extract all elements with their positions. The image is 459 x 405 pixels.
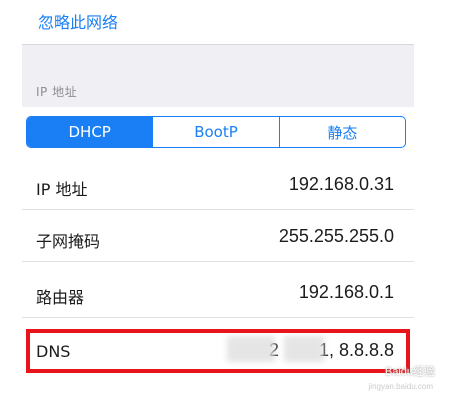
subnet-mask-label: 子网掩码 — [36, 232, 101, 251]
watermark-logo: Baidu经验 — [384, 366, 435, 378]
wifi-settings-screen: 忽略此网络 IP 地址 DHCP BootP 静态 IP 地址 192.168.… — [0, 0, 459, 405]
row-router: 路由器 192.168.0.1 — [22, 270, 414, 318]
segment-static[interactable]: 静态 — [280, 117, 405, 147]
ip-address-value: 192.168.0.31 — [288, 174, 394, 194]
router-value: 192.168.0.1 — [298, 282, 394, 302]
row-dns[interactable]: DNS 2 1, 8.8.8.8 — [22, 329, 414, 377]
subnet-mask-value: 255.255.255.0 — [278, 226, 394, 246]
dns-label: DNS — [36, 342, 71, 361]
section-separator — [22, 45, 414, 107]
row-subnet-mask: 子网掩码 255.255.255.0 — [22, 214, 414, 262]
watermark-url: jingyan.baidu.com — [368, 382, 433, 391]
segment-bootp[interactable]: BootP — [153, 117, 280, 147]
segment-dhcp[interactable]: DHCP — [27, 117, 154, 147]
forget-network-row[interactable]: 忽略此网络 — [22, 0, 414, 45]
ip-section-header: IP 地址 — [36, 85, 78, 99]
row-ip-address: IP 地址 192.168.0.31 — [22, 162, 414, 210]
ip-address-label: IP 地址 — [36, 180, 88, 199]
dns-value[interactable]: 2 1, 8.8.8.8 — [269, 340, 394, 361]
ip-mode-segmented-control[interactable]: DHCP BootP 静态 — [26, 116, 406, 148]
router-label: 路由器 — [36, 288, 85, 307]
settings-panel: 忽略此网络 IP 地址 DHCP BootP 静态 IP 地址 192.168.… — [22, 0, 414, 405]
forget-network-link[interactable]: 忽略此网络 — [38, 9, 118, 33]
